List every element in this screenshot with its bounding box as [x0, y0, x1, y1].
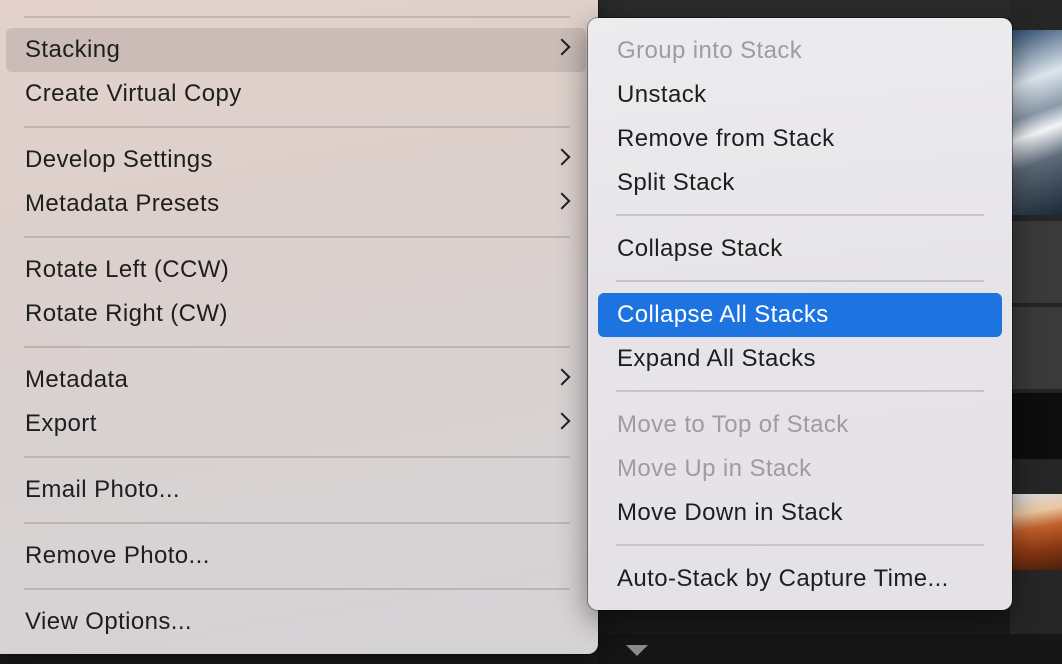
- menu-item-label: Metadata: [25, 366, 129, 393]
- chevron-right-icon: [553, 192, 571, 210]
- menu-item-stacking[interactable]: Stacking: [6, 28, 586, 72]
- menu-item-remove-from-stack[interactable]: Remove from Stack: [598, 117, 1002, 161]
- menu-item-label: Email Photo...: [25, 476, 181, 503]
- menu-item-label: Collapse Stack: [617, 235, 783, 262]
- grid-cell[interactable]: [1010, 220, 1062, 304]
- photo-thumbnail-mountain[interactable]: [1012, 30, 1062, 215]
- menu-item-collapse-all-stacks[interactable]: Collapse All Stacks: [598, 293, 1002, 337]
- menu-separator: [24, 588, 570, 590]
- grid-cell[interactable]: [1010, 392, 1062, 460]
- menu-item-move-up-in-stack: Move Up in Stack: [598, 447, 1002, 491]
- menu-item-develop-settings[interactable]: Develop Settings: [6, 138, 586, 182]
- menu-item-collapse-stack[interactable]: Collapse Stack: [598, 227, 1002, 271]
- filmstrip-bar: [598, 634, 1062, 664]
- menu-item-unstack[interactable]: Unstack: [598, 73, 1002, 117]
- menu-separator: [24, 16, 570, 18]
- menu-separator: [616, 390, 984, 392]
- menu-item-label: Develop Settings: [25, 146, 213, 173]
- menu-separator: [24, 346, 570, 348]
- menu-separator: [616, 214, 984, 216]
- menu-separator: [616, 544, 984, 546]
- menu-item-group-into-stack: Group into Stack: [598, 29, 1002, 73]
- menu-item-label: Metadata Presets: [25, 190, 220, 217]
- stacking-submenu: Group into Stack Unstack Remove from Sta…: [588, 18, 1012, 610]
- grid-cell[interactable]: [1010, 306, 1062, 390]
- menu-item-label: Move Up in Stack: [617, 455, 812, 482]
- menu-item-rotate-left[interactable]: Rotate Left (CCW): [6, 248, 586, 292]
- menu-item-view-options[interactable]: View Options...: [6, 600, 586, 644]
- menu-item-label: Create Virtual Copy: [25, 80, 242, 107]
- chevron-right-icon: [553, 148, 571, 166]
- chevron-right-icon: [553, 368, 571, 386]
- menu-item-label: Collapse All Stacks: [617, 301, 829, 328]
- menu-item-metadata[interactable]: Metadata: [6, 358, 586, 402]
- menu-item-label: Unstack: [617, 81, 707, 108]
- menu-item-export[interactable]: Export: [6, 402, 586, 446]
- menu-separator: [616, 280, 984, 282]
- menu-item-label: Move to Top of Stack: [617, 411, 849, 438]
- chevron-right-icon: [553, 38, 571, 56]
- menu-item-label: Remove Photo...: [25, 542, 210, 569]
- menu-item-move-down-in-stack[interactable]: Move Down in Stack: [598, 491, 1002, 535]
- menu-item-split-stack[interactable]: Split Stack: [598, 161, 1002, 205]
- menu-item-rotate-right[interactable]: Rotate Right (CW): [6, 292, 586, 336]
- menu-separator: [24, 522, 570, 524]
- chevron-right-icon: [553, 412, 571, 430]
- menu-item-label: Split Stack: [617, 169, 735, 196]
- photo-thumbnail-canyon[interactable]: [1012, 494, 1062, 570]
- menu-item-email-photo[interactable]: Email Photo...: [6, 468, 586, 512]
- menu-item-expand-all-stacks[interactable]: Expand All Stacks: [598, 337, 1002, 381]
- grid-header-strip: [598, 0, 1062, 18]
- menu-item-label: Rotate Right (CW): [25, 300, 228, 327]
- menu-item-label: Group into Stack: [617, 37, 803, 64]
- menu-item-create-virtual-copy[interactable]: Create Virtual Copy: [6, 72, 586, 116]
- menu-item-metadata-presets[interactable]: Metadata Presets: [6, 182, 586, 226]
- menu-item-label: Move Down in Stack: [617, 499, 843, 526]
- menu-separator: [24, 456, 570, 458]
- menu-item-remove-photo[interactable]: Remove Photo...: [6, 534, 586, 578]
- menu-item-label: Expand All Stacks: [617, 345, 816, 372]
- menu-item-move-to-top-of-stack: Move to Top of Stack: [598, 403, 1002, 447]
- menu-separator: [24, 236, 570, 238]
- menu-item-label: Rotate Left (CCW): [25, 256, 230, 283]
- menu-item-label: Auto-Stack by Capture Time...: [617, 565, 949, 592]
- photo-context-menu: Stacking Create Virtual Copy Develop Set…: [0, 0, 598, 654]
- menu-item-label: View Options...: [25, 608, 192, 635]
- triangle-down-icon[interactable]: [626, 645, 648, 656]
- menu-item-label: Export: [25, 410, 97, 437]
- menu-separator: [24, 126, 570, 128]
- menu-item-auto-stack-by-capture-time[interactable]: Auto-Stack by Capture Time...: [598, 557, 1002, 601]
- menu-item-label: Remove from Stack: [617, 125, 835, 152]
- menu-item-label: Stacking: [25, 36, 121, 63]
